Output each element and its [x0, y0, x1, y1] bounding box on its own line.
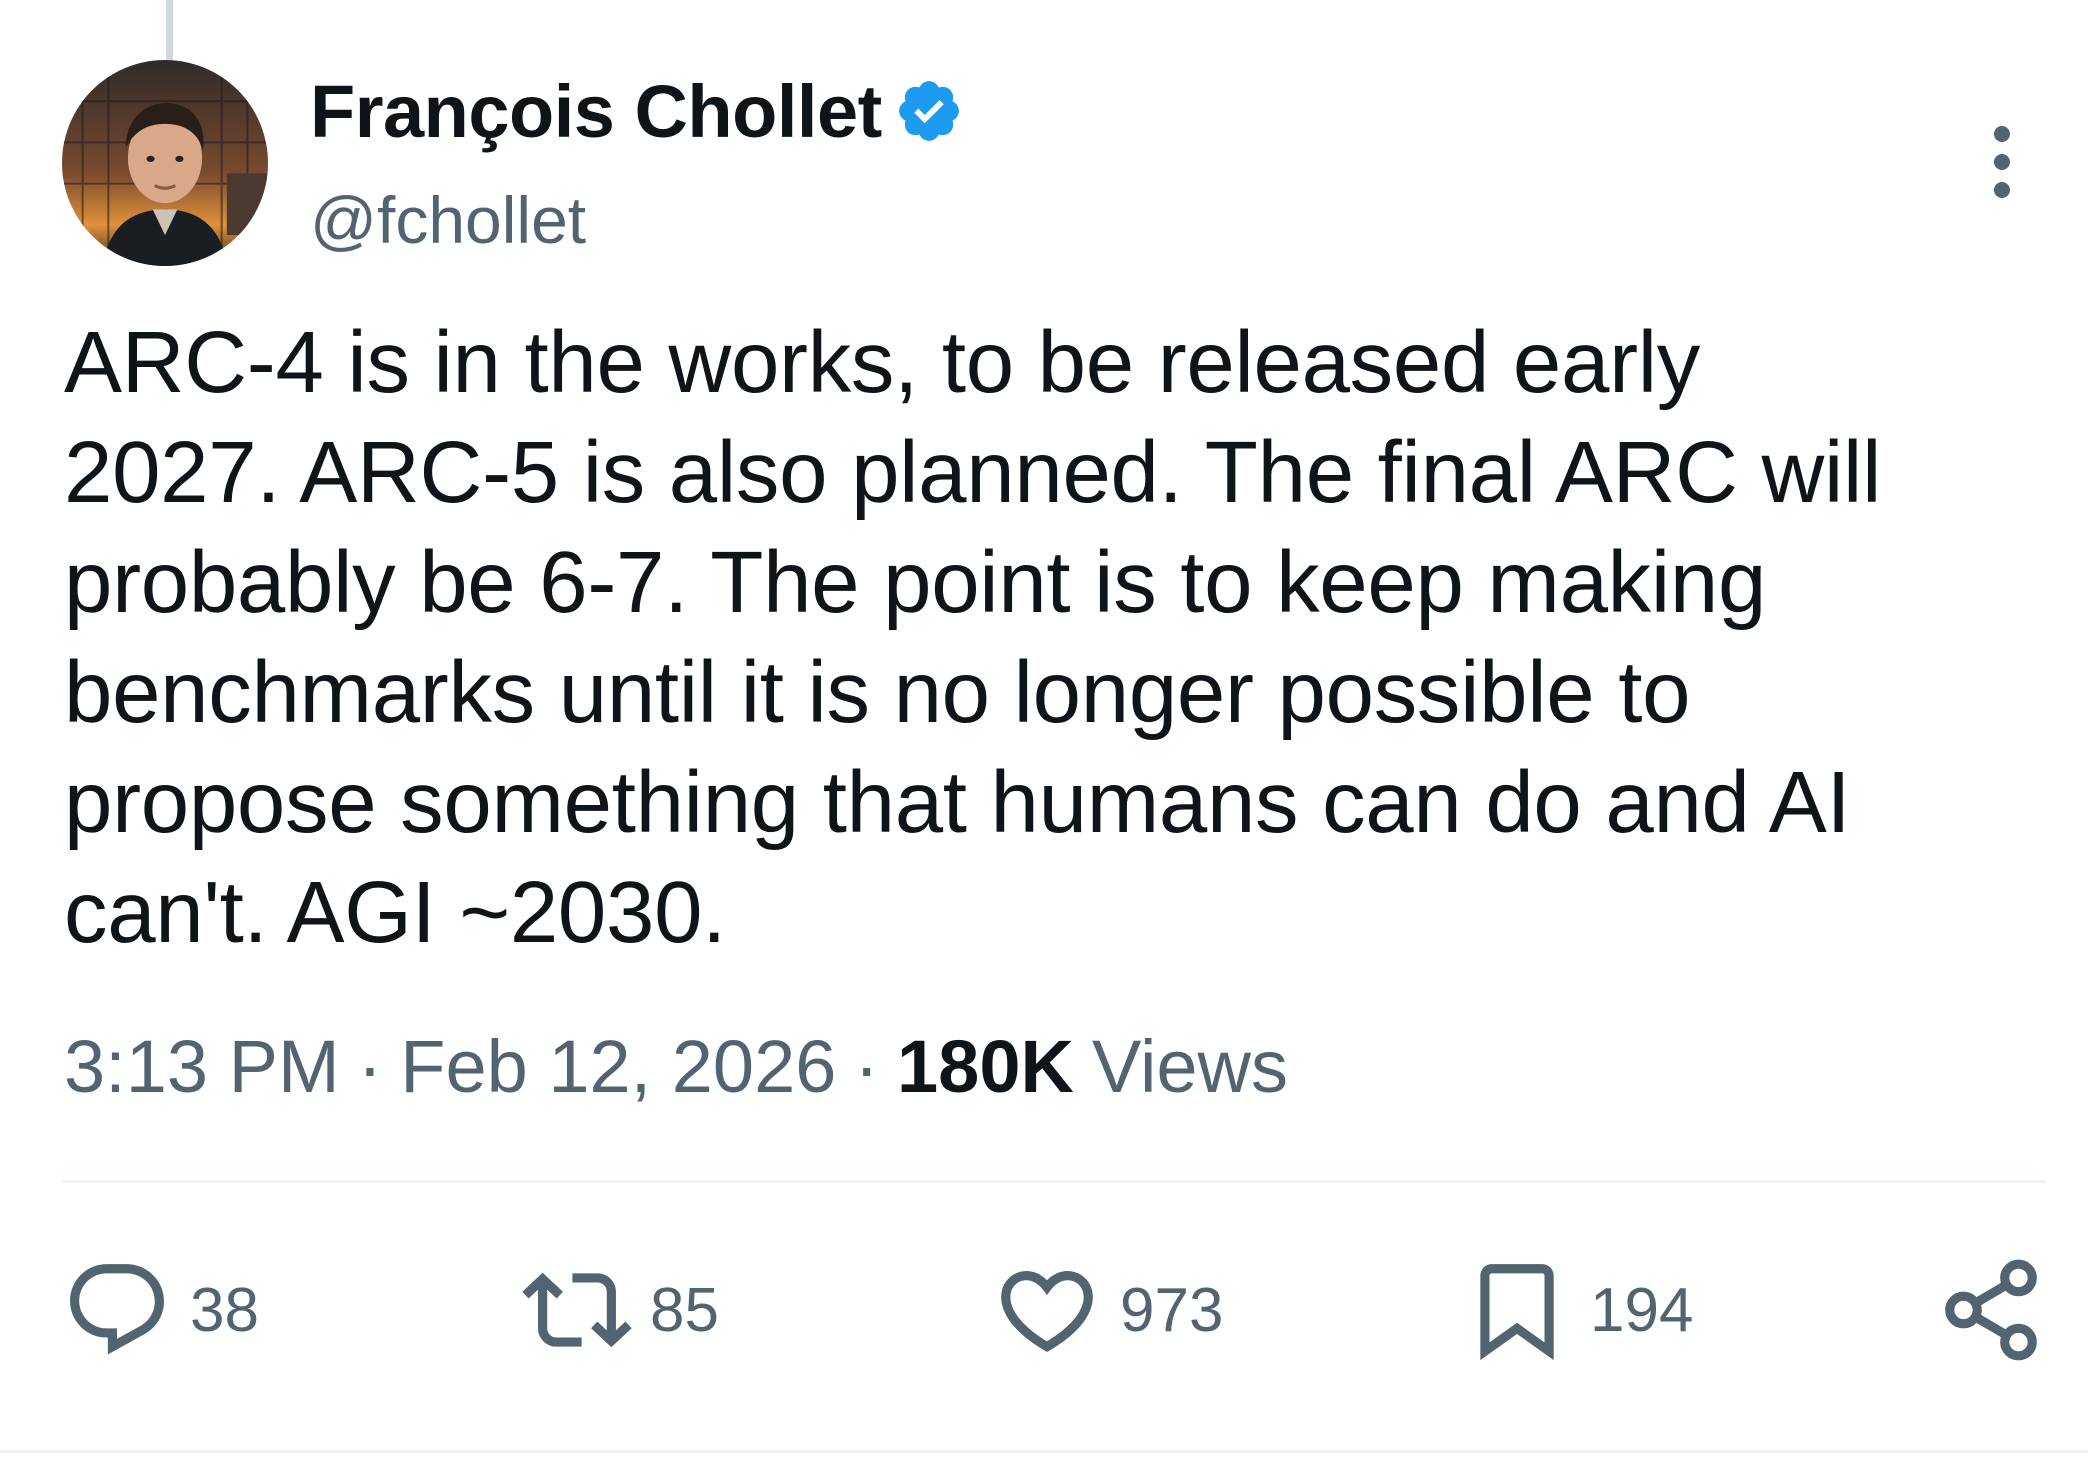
reply-icon — [62, 1255, 172, 1365]
more-options-icon[interactable] — [1980, 122, 2024, 202]
reply-count: 38 — [190, 1275, 259, 1345]
tweet-text: ARC-4 is in the works, to be released ea… — [64, 314, 1882, 961]
author-name-row: François Chollet — [310, 66, 964, 156]
bookmark-count: 194 — [1590, 1275, 1694, 1345]
tweet-time[interactable]: 3:13 PM — [64, 1024, 340, 1109]
repost-count: 85 — [650, 1275, 719, 1345]
verified-badge-icon[interactable] — [894, 76, 964, 146]
bookmark-button[interactable]: 194 — [1462, 1250, 1693, 1370]
share-icon — [1936, 1255, 2046, 1365]
avatar-image — [62, 60, 268, 266]
thread-connector-line — [166, 0, 173, 60]
share-button[interactable] — [1936, 1250, 2046, 1370]
reply-button[interactable]: 38 — [62, 1250, 259, 1370]
tweet-date[interactable]: Feb 12, 2026 — [400, 1024, 836, 1109]
views-count[interactable]: 180K — [897, 1024, 1074, 1109]
bottom-divider — [0, 1450, 2088, 1453]
action-bar: 38 85 973 194 — [62, 1250, 2046, 1370]
bookmark-icon — [1462, 1255, 1572, 1365]
heart-icon — [992, 1255, 1102, 1365]
like-button[interactable]: 973 — [992, 1250, 1223, 1370]
tweet-meta: 3:13 PM · Feb 12, 2026 · 180K Views — [64, 1024, 1288, 1109]
meta-separator: · — [854, 1025, 880, 1108]
meta-separator: · — [357, 1025, 383, 1108]
views-label: Views — [1091, 1025, 1288, 1108]
display-name[interactable]: François Chollet — [310, 69, 882, 154]
author-handle[interactable]: @fchollet — [310, 182, 586, 258]
repost-icon — [522, 1255, 632, 1365]
avatar[interactable] — [62, 60, 268, 266]
divider — [62, 1180, 2046, 1183]
like-count: 973 — [1120, 1275, 1224, 1345]
repost-button[interactable]: 85 — [522, 1250, 719, 1370]
